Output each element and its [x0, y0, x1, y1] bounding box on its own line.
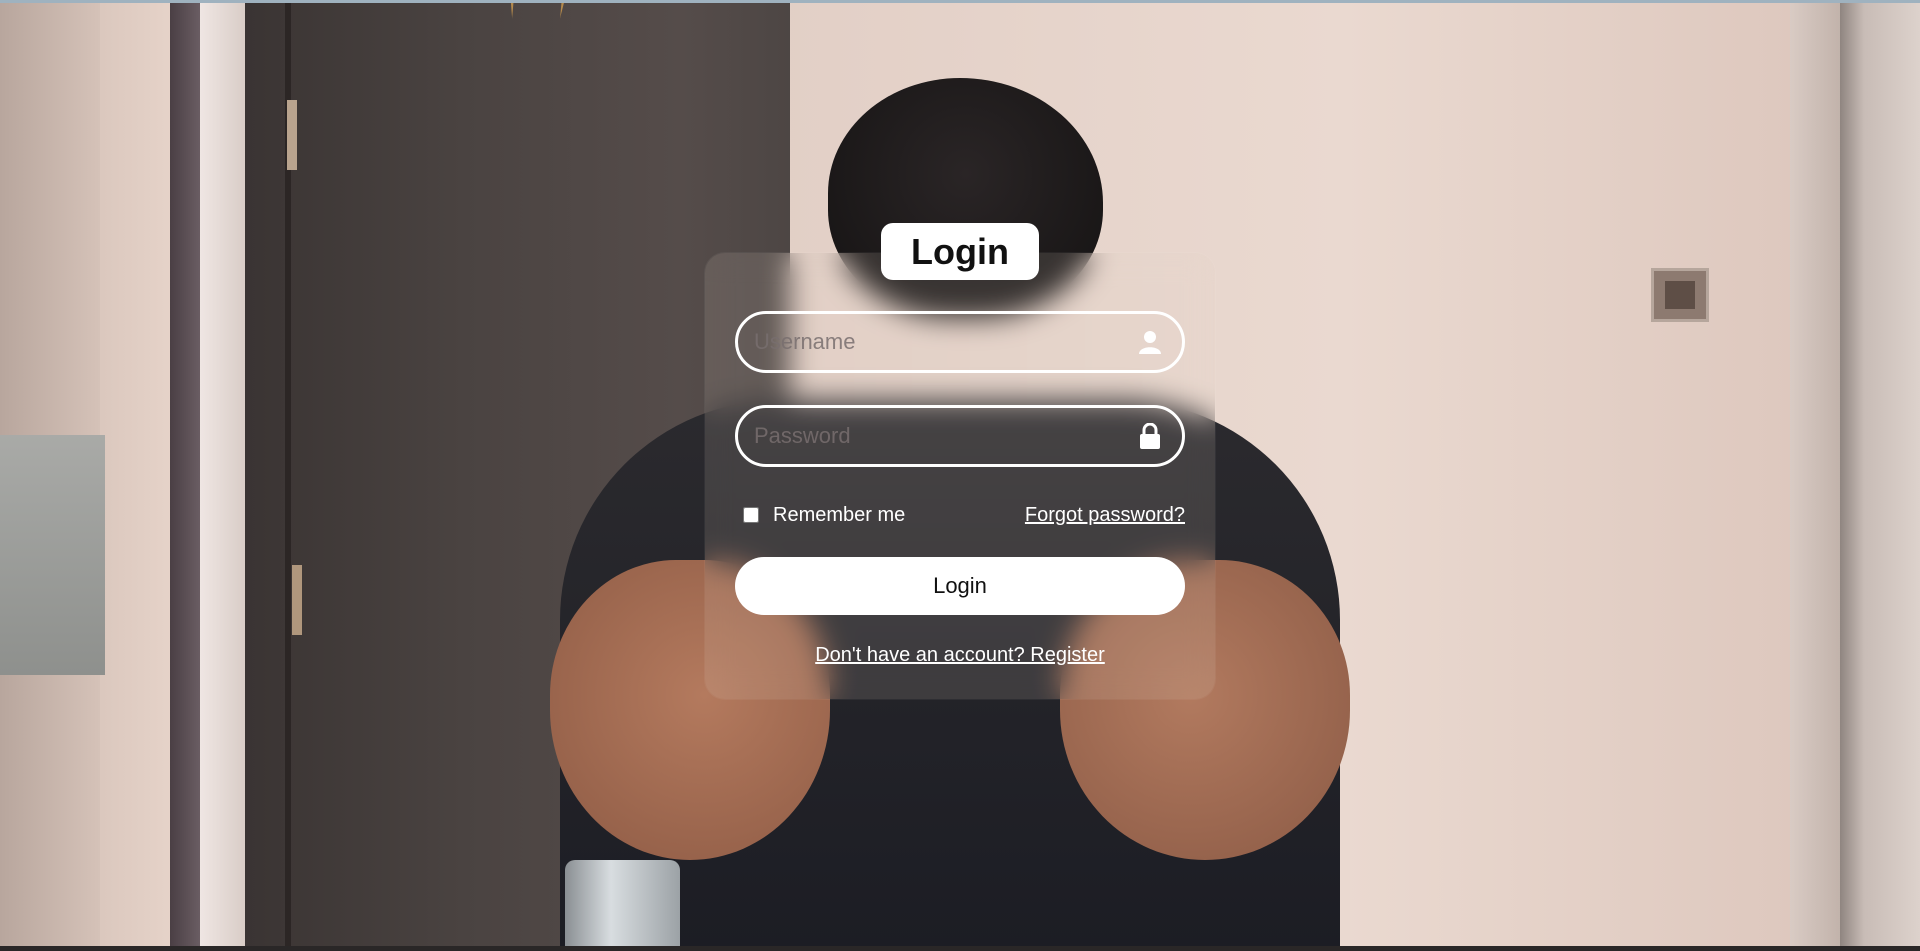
door-frame-dark: [170, 0, 200, 951]
door-frame-light: [200, 0, 245, 951]
password-field-wrapper: [735, 405, 1185, 467]
username-field-wrapper: [735, 311, 1185, 373]
door-hinge: [292, 565, 302, 635]
lock-icon: [1136, 422, 1164, 450]
right-door-frame: [1790, 0, 1840, 951]
username-input[interactable]: [738, 314, 1136, 370]
remember-me-checkbox[interactable]: [743, 507, 759, 523]
door-hinge: [287, 100, 297, 170]
login-title: Login: [881, 223, 1039, 280]
remember-me-text: Remember me: [773, 503, 906, 526]
user-icon: [1136, 328, 1164, 356]
right-wall-edge: [1840, 0, 1920, 951]
wall-switch-button: [1665, 281, 1695, 309]
password-input[interactable]: [738, 408, 1136, 464]
bottom-edge: [0, 946, 1920, 951]
top-edge: [0, 0, 1920, 3]
forgot-password-link[interactable]: Forgot password?: [1025, 504, 1185, 527]
remember-row: Remember me Forgot password?: [741, 500, 1185, 530]
remember-me-label[interactable]: Remember me: [741, 504, 905, 527]
grey-board: [0, 435, 105, 675]
trash-bin: [565, 860, 680, 951]
register-link[interactable]: Don't have an account? Register: [815, 644, 1105, 666]
login-button[interactable]: Login: [735, 557, 1185, 615]
register-row: Don't have an account? Register: [705, 644, 1215, 667]
